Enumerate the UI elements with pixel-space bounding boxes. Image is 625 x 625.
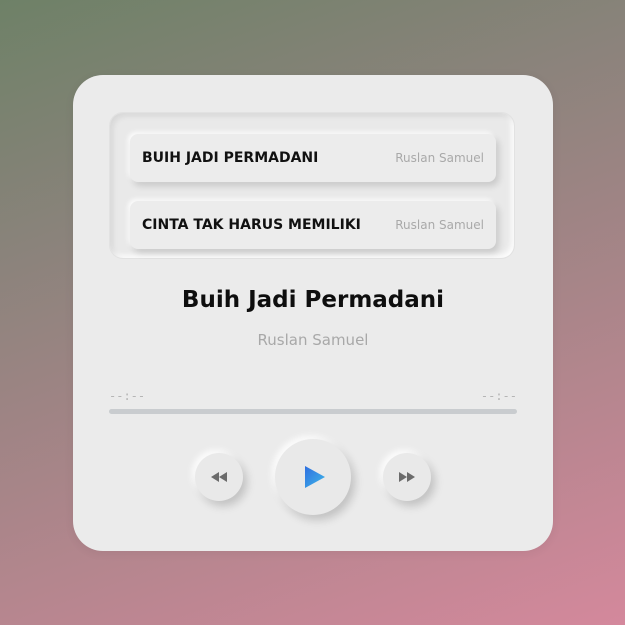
- track-title: BUIH JADI PERMADANI: [142, 150, 319, 166]
- playlist-item[interactable]: BUIH JADI PERMADANI Ruslan Samuel: [130, 134, 496, 182]
- duration-time: --:--: [480, 389, 517, 403]
- play-button[interactable]: [275, 439, 351, 515]
- music-player-card: BUIH JADI PERMADANI Ruslan Samuel CINTA …: [73, 75, 553, 551]
- track-artist: Ruslan Samuel: [395, 218, 484, 232]
- playlist: BUIH JADI PERMADANI Ruslan Samuel CINTA …: [109, 112, 515, 259]
- now-playing-title: Buih Jadi Permadani: [181, 287, 445, 313]
- progress-bar[interactable]: [109, 409, 517, 414]
- rewind-icon: [211, 472, 227, 482]
- play-icon: [301, 466, 325, 488]
- playlist-item[interactable]: CINTA TAK HARUS MEMILIKI Ruslan Samuel: [130, 201, 496, 249]
- track-title: CINTA TAK HARUS MEMILIKI: [142, 217, 361, 233]
- track-artist: Ruslan Samuel: [395, 151, 484, 165]
- next-button[interactable]: [383, 453, 431, 501]
- current-time: --:--: [109, 389, 146, 403]
- now-playing-artist: Ruslan Samuel: [257, 331, 369, 349]
- fast-forward-icon: [399, 472, 415, 482]
- previous-button[interactable]: [195, 453, 243, 501]
